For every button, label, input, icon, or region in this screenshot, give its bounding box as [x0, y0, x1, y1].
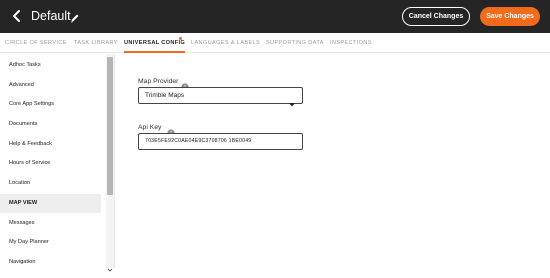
- tab-task-library[interactable]: TASK LIBRARY: [74, 33, 118, 53]
- api-key-info-icon[interactable]: [167, 124, 175, 137]
- sidebar-item-core-app-settings[interactable]: Core App Settings: [0, 95, 101, 114]
- sidebar-item-adhoc-tasks[interactable]: Adhoc Tasks: [0, 56, 101, 75]
- sidebar-item-location[interactable]: Location: [0, 174, 101, 193]
- sidebar-item-my-day-planner[interactable]: My Day Planner: [0, 233, 101, 252]
- tab-inspections[interactable]: INSPECTIONS: [330, 33, 372, 53]
- save-changes-button[interactable]: Save Changes: [480, 7, 540, 26]
- sidebar-item-navigation[interactable]: Navigation: [0, 253, 101, 272]
- unsaved-indicator-dot: [179, 37, 182, 40]
- config-title: Default: [31, 9, 71, 23]
- map-provider-info-icon[interactable]: [181, 78, 189, 91]
- sidebar-item-map-view[interactable]: MAP VIEW: [0, 194, 101, 213]
- map-provider-select[interactable]: Trimble Maps: [138, 87, 303, 107]
- back-chevron-icon[interactable]: [10, 9, 24, 23]
- scroll-down-chevron-icon[interactable]: [107, 260, 113, 272]
- api-key-value: 703E5FE92C0AE04E9C3708706 1BE0049: [145, 138, 252, 144]
- api-key-label: Api Key: [138, 124, 162, 131]
- top-bar: Default Cancel Changes Save Changes: [0, 0, 550, 33]
- settings-sidebar: Adhoc Tasks Advanced Core App Settings D…: [0, 54, 115, 272]
- tab-universal-config[interactable]: UNIVERSAL CONFIG: [124, 33, 186, 53]
- cancel-changes-button[interactable]: Cancel Changes: [402, 7, 470, 26]
- sidebar-item-help-feedback[interactable]: Help & Feedback: [0, 135, 101, 154]
- edit-pencil-icon[interactable]: [70, 10, 80, 23]
- sidebar-item-advanced[interactable]: Advanced: [0, 76, 101, 95]
- sidebar-scroll-thumb[interactable]: [107, 57, 113, 195]
- caret-down-icon: [289, 94, 295, 107]
- map-provider-label: Map Provider: [138, 78, 179, 85]
- tab-languages-labels[interactable]: LANGUAGES & LABELS: [191, 33, 260, 53]
- api-key-field[interactable]: 703E5FE92C0AE04E9C3708706 1BE0049: [138, 133, 303, 150]
- tab-circle-of-service[interactable]: CIRCLE OF SERVICE: [5, 33, 67, 53]
- sidebar-item-messages[interactable]: Messages: [0, 214, 101, 233]
- map-provider-value: Trimble Maps: [145, 92, 185, 99]
- tab-supporting-data[interactable]: SUPPORTING DATA: [266, 33, 324, 53]
- sidebar-item-hours-of-service[interactable]: Hours of Service: [0, 154, 101, 173]
- sidebar-item-documents[interactable]: Documents: [0, 115, 101, 134]
- tab-bar: CIRCLE OF SERVICE TASK LIBRARY UNIVERSAL…: [0, 33, 550, 53]
